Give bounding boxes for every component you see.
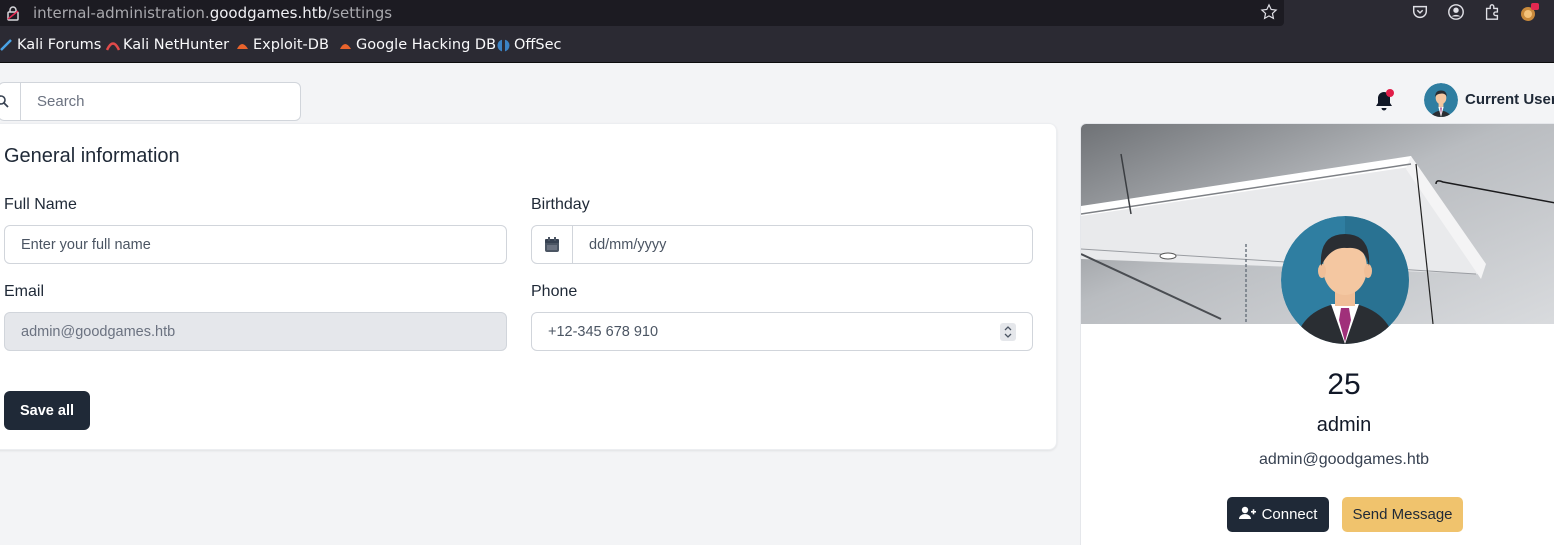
pocket-icon[interactable]: [1411, 3, 1429, 26]
email-label: Email: [4, 283, 45, 300]
notification-dot: [1386, 89, 1394, 97]
bookmark-offsec[interactable]: OffSec: [497, 37, 562, 53]
calendar-icon[interactable]: [532, 226, 573, 263]
bookmark-google-hacking-db[interactable]: Google Hacking DB: [339, 37, 496, 53]
phone-label: Phone: [531, 283, 578, 300]
bookmark-kali-nethunter[interactable]: Kali NetHunter: [105, 37, 230, 53]
search-box: [0, 82, 301, 121]
url-text[interactable]: internal-administration.goodgames.htb/se…: [33, 4, 392, 22]
email-field: [4, 312, 507, 351]
address-bar[interactable]: internal-administration.goodgames.htb/se…: [0, 0, 1284, 26]
search-input[interactable]: [22, 83, 298, 120]
exploitdb-icon: [236, 39, 248, 51]
bookmark-label: Kali Forums: [17, 37, 102, 53]
current-user-label[interactable]: Current User:: [1465, 91, 1554, 108]
full-name-label: Full Name: [4, 196, 77, 213]
bookmark-label: OffSec: [514, 37, 562, 53]
account-icon[interactable]: [1447, 3, 1465, 26]
profile-avatar: [1281, 216, 1409, 344]
bookmark-label: Google Hacking DB: [356, 37, 497, 53]
birthday-label: Birthday: [531, 196, 590, 213]
avatar[interactable]: [1424, 83, 1458, 117]
profile-name: admin: [1316, 414, 1372, 436]
bookmark-label: Exploit-DB: [253, 37, 329, 53]
nethunter-icon: [105, 39, 121, 51]
connect-label: Connect: [1261, 506, 1318, 523]
birthday-field: [531, 225, 1033, 264]
extension-badge-icon[interactable]: [1519, 3, 1539, 28]
send-message-button[interactable]: Send Message: [1342, 497, 1463, 532]
phone-input[interactable]: [532, 313, 1032, 350]
bookmark-kali-forums[interactable]: Kali Forums: [0, 37, 101, 53]
kali-icon: [0, 39, 12, 51]
general-info-card: [0, 123, 1057, 450]
connect-button[interactable]: Connect: [1227, 497, 1329, 532]
email-input: [5, 313, 506, 350]
browser-toolbar: internal-administration.goodgames.htb/se…: [0, 0, 1554, 27]
number-spinner-icon[interactable]: [1000, 323, 1016, 341]
url-prefix: internal-administration.: [33, 4, 210, 22]
full-name-input[interactable]: [5, 226, 506, 263]
phone-field: [531, 312, 1033, 351]
extensions-icon[interactable]: [1483, 3, 1501, 26]
url-path: /settings: [327, 4, 393, 22]
url-host: goodgames.htb: [209, 4, 328, 22]
card-title: General information: [4, 145, 180, 167]
add-user-icon: [1238, 506, 1256, 524]
profile-count: 25: [1327, 368, 1361, 401]
bookmark-label: Kali NetHunter: [123, 37, 230, 53]
offsec-icon: [497, 39, 510, 52]
profile-email: admin@goodgames.htb: [1258, 451, 1430, 468]
search-icon[interactable]: [0, 83, 21, 120]
bookmark-exploit-db[interactable]: Exploit-DB: [236, 37, 329, 53]
ghdb-icon: [339, 39, 351, 51]
save-all-button[interactable]: Save all: [4, 391, 90, 430]
birthday-input[interactable]: [532, 226, 1032, 263]
full-name-field: [4, 225, 507, 264]
lock-icon[interactable]: [6, 5, 20, 26]
bookmarks-bar: Kali Forums Kali NetHunter Exploit-DB Go…: [0, 27, 1554, 63]
bookmark-star-icon[interactable]: [1260, 3, 1278, 26]
